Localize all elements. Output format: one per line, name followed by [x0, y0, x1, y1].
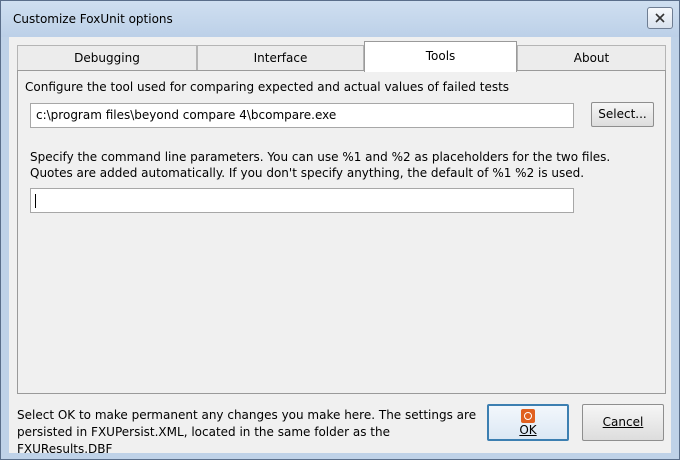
close-button[interactable]	[647, 7, 673, 29]
compare-tool-description: Configure the tool used for comparing ex…	[25, 80, 510, 94]
ok-button[interactable]: OK	[487, 404, 569, 441]
tool-path-input[interactable]: c:\program files\beyond compare 4\bcompa…	[30, 103, 574, 128]
close-icon	[655, 13, 665, 23]
tab-debugging[interactable]: Debugging	[17, 45, 197, 71]
tab-about[interactable]: About	[517, 45, 666, 71]
command-params-input[interactable]	[30, 188, 574, 213]
select-tool-button[interactable]: Select...	[591, 102, 654, 127]
options-dialog: Customize FoxUnit options Debugging Inte…	[0, 0, 680, 460]
power-icon	[521, 409, 535, 423]
cancel-button[interactable]: Cancel	[582, 404, 664, 441]
tab-interface[interactable]: Interface	[197, 45, 364, 71]
tab-label: Tools	[425, 49, 456, 63]
ok-label: OK	[519, 423, 537, 437]
tab-label: Interface	[253, 51, 308, 65]
text-caret	[35, 194, 36, 208]
cancel-label: Cancel	[602, 415, 644, 429]
params-description: Specify the command line parameters. You…	[30, 150, 611, 180]
window-title: Customize FoxUnit options	[13, 12, 173, 26]
dialog-client-area: Debugging Interface Tools About Configur…	[9, 37, 671, 456]
tools-tab-page: Configure the tool used for comparing ex…	[17, 70, 666, 394]
tab-tools[interactable]: Tools	[364, 41, 517, 72]
persist-info-text: Select OK to make permanent any changes …	[17, 408, 477, 456]
tab-label: Debugging	[74, 51, 140, 65]
tab-label: About	[573, 51, 610, 65]
tab-strip: Debugging Interface Tools About	[17, 41, 666, 72]
title-bar[interactable]: Customize FoxUnit options	[1, 1, 679, 37]
